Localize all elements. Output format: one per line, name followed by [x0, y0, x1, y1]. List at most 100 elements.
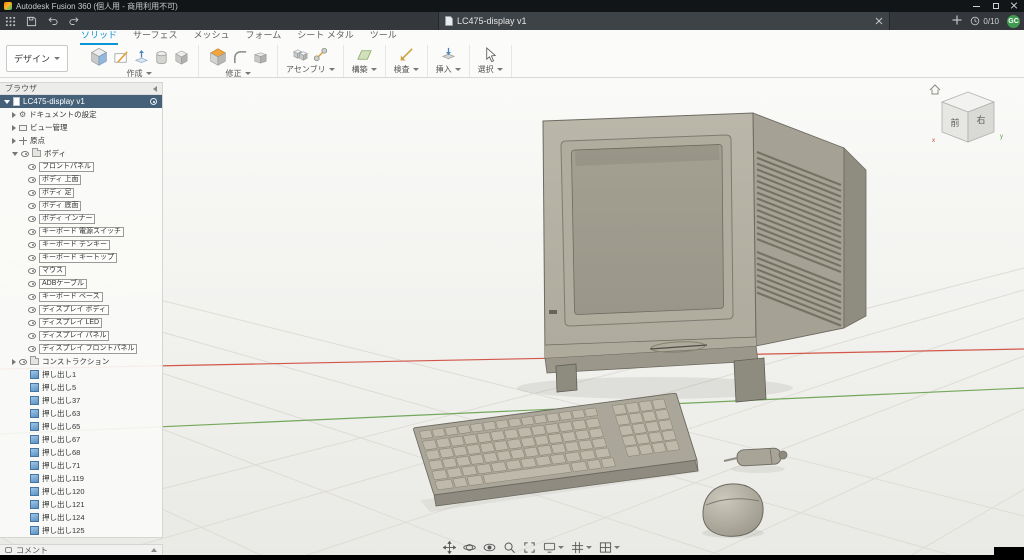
insert-menu[interactable]: 挿入	[436, 64, 461, 75]
ribbon-tab[interactable]: メッシュ	[192, 27, 230, 45]
browser-body-item[interactable]: キーボード キートップ	[0, 251, 162, 264]
browser-feature-item[interactable]: 押し出し37	[0, 394, 162, 407]
new-component-small-icon[interactable]	[292, 46, 309, 63]
box-icon[interactable]	[173, 49, 190, 66]
browser-header[interactable]: ブラウザ	[0, 83, 162, 95]
browser-feature-item[interactable]: 押し出し120	[0, 485, 162, 498]
construct-menu[interactable]: 構築	[352, 64, 377, 75]
browser-folder-bodies[interactable]: ボディ	[0, 147, 162, 160]
new-document-tab-button[interactable]	[952, 12, 962, 30]
visibility-eye-icon[interactable]	[28, 307, 36, 313]
activate-component-icon[interactable]	[150, 98, 157, 105]
ribbon-tab[interactable]: ソリッド	[80, 27, 118, 45]
visibility-eye-icon[interactable]	[21, 151, 29, 157]
ribbon-tab[interactable]: サーフェス	[132, 27, 178, 45]
browser-folder-construction[interactable]: コンストラクション	[0, 355, 162, 368]
document-tab[interactable]: LC475-display v1	[438, 12, 890, 30]
insert-icon[interactable]	[440, 46, 457, 63]
visibility-eye-icon[interactable]	[28, 216, 36, 222]
zoom-icon[interactable]	[503, 541, 516, 554]
undo-icon[interactable]	[42, 12, 63, 30]
look-at-icon[interactable]	[483, 541, 496, 554]
browser-feature-item[interactable]: 押し出し119	[0, 472, 162, 485]
visibility-eye-icon[interactable]	[28, 281, 36, 287]
visibility-eye-icon[interactable]	[28, 346, 36, 352]
job-status[interactable]: 0/10	[970, 16, 999, 26]
home-view-icon[interactable]	[930, 85, 940, 94]
browser-feature-item[interactable]: 押し出し125	[0, 524, 162, 537]
modify-menu[interactable]: 修正	[226, 68, 251, 79]
browser-item-origin[interactable]: 原点	[0, 134, 162, 147]
browser-body-item[interactable]: フロントパネル	[0, 160, 162, 173]
browser-body-item[interactable]: ボディ 足	[0, 186, 162, 199]
browser-feature-item[interactable]: 押し出し71	[0, 459, 162, 472]
view-cube[interactable]: 前 右 x y	[926, 80, 1012, 156]
user-avatar[interactable]: GC	[1007, 15, 1020, 28]
visibility-eye-icon[interactable]	[28, 190, 36, 196]
browser-body-item[interactable]: ボディ 上面	[0, 173, 162, 186]
visibility-eye-icon[interactable]	[28, 294, 36, 300]
assemble-menu[interactable]: アセンブリ	[286, 64, 335, 75]
browser-item-document-settings[interactable]: ⚙ ドキュメントの設定	[0, 108, 162, 121]
expand-panel-icon[interactable]	[151, 548, 157, 552]
visibility-eye-icon[interactable]	[28, 203, 36, 209]
inspect-menu[interactable]: 検査	[394, 64, 419, 75]
browser-body-item[interactable]: キーボード ベース	[0, 290, 162, 303]
pan-icon[interactable]	[443, 541, 456, 554]
browser-feature-item[interactable]: 押し出し63	[0, 407, 162, 420]
viewports-menu[interactable]	[599, 541, 620, 554]
browser-body-item[interactable]: ディスプレイ LED	[0, 316, 162, 329]
minimize-button[interactable]	[967, 0, 986, 12]
select-cursor-icon[interactable]	[482, 46, 499, 63]
visibility-eye-icon[interactable]	[28, 242, 36, 248]
browser-body-item[interactable]: キーボード テンキー	[0, 238, 162, 251]
joint-icon[interactable]	[312, 46, 329, 63]
shell-icon[interactable]	[252, 49, 269, 66]
visibility-eye-icon[interactable]	[28, 268, 36, 274]
ribbon-tab[interactable]: フォーム	[245, 27, 283, 45]
visibility-eye-icon[interactable]	[28, 255, 36, 261]
extrude-icon[interactable]	[133, 49, 150, 66]
browser-body-item[interactable]: マウス	[0, 264, 162, 277]
fit-icon[interactable]	[523, 541, 536, 554]
panel-collapse-icon[interactable]	[153, 86, 157, 92]
close-button[interactable]	[1005, 0, 1024, 12]
maximize-button[interactable]	[986, 0, 1005, 12]
ribbon-tab[interactable]: シート メタル	[296, 27, 355, 45]
cylinder-icon[interactable]	[153, 49, 170, 66]
browser-feature-item[interactable]: 押し出し68	[0, 446, 162, 459]
visibility-eye-icon[interactable]	[28, 229, 36, 235]
browser-feature-item[interactable]: 押し出し5	[0, 381, 162, 394]
browser-body-item[interactable]: ディスプレイ ボディ	[0, 303, 162, 316]
browser-body-item[interactable]: キーボード 電源スイッチ	[0, 225, 162, 238]
model-mouse[interactable]	[702, 484, 764, 538]
display-settings-menu[interactable]	[543, 541, 564, 554]
fillet-icon[interactable]	[232, 49, 249, 66]
measure-icon[interactable]	[398, 46, 415, 63]
app-grid-menu-icon[interactable]	[0, 12, 21, 30]
visibility-eye-icon[interactable]	[28, 177, 36, 183]
construction-plane-icon[interactable]	[356, 46, 373, 63]
visibility-eye-icon[interactable]	[28, 333, 36, 339]
browser-feature-item[interactable]: 押し出し67	[0, 433, 162, 446]
select-menu[interactable]: 選択	[478, 64, 503, 75]
browser-body-item[interactable]: ボディ インナー	[0, 212, 162, 225]
save-icon[interactable]	[21, 12, 42, 30]
press-pull-icon[interactable]	[207, 46, 229, 68]
browser-feature-item[interactable]: 押し出し1	[0, 368, 162, 381]
browser-feature-item[interactable]: 押し出し124	[0, 511, 162, 524]
visibility-eye-icon[interactable]	[28, 320, 36, 326]
create-menu[interactable]: 作成	[127, 68, 152, 79]
new-component-icon[interactable]	[88, 46, 110, 68]
browser-body-item[interactable]: ボディ 底面	[0, 199, 162, 212]
browser-body-item[interactable]: ディスプレイ フロントパネル	[0, 342, 162, 355]
workspace-selector[interactable]: デザイン	[6, 45, 68, 72]
browser-body-item[interactable]: ADBケーブル	[0, 277, 162, 290]
visibility-eye-icon[interactable]	[28, 164, 36, 170]
visibility-eye-icon[interactable]	[19, 359, 27, 365]
grid-settings-menu[interactable]	[571, 541, 592, 554]
browser-root-item[interactable]: LC475-display v1	[0, 95, 162, 108]
browser-body-item[interactable]: ディスプレイ パネル	[0, 329, 162, 342]
browser-item-view-management[interactable]: ビュー管理	[0, 121, 162, 134]
ribbon-tab[interactable]: ツール	[369, 27, 398, 45]
